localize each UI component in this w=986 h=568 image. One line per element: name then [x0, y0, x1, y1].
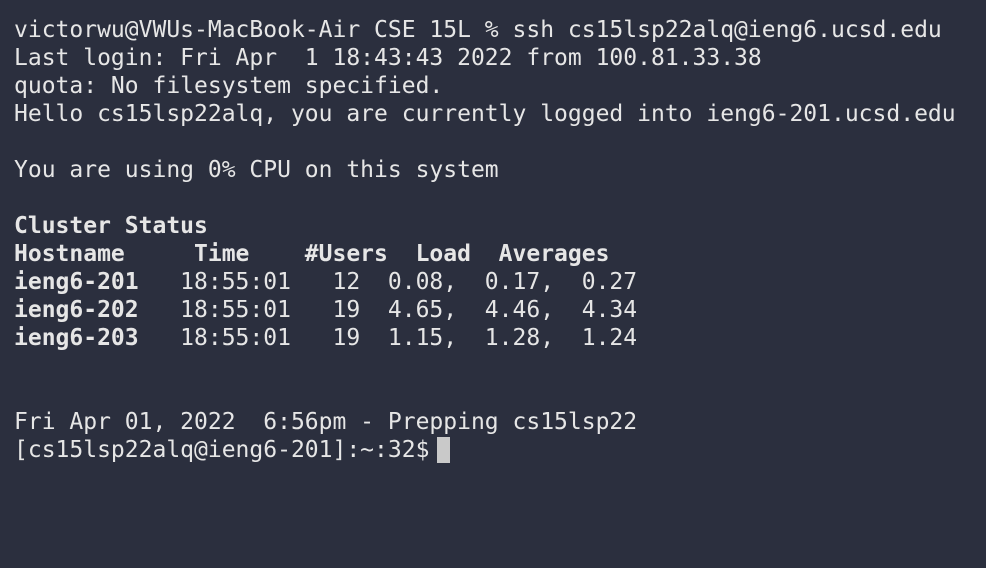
shell-prompt: [cs15lsp22alq@ieng6-201]:~:32$: [14, 437, 430, 463]
date-status-line: Fri Apr 01, 2022 6:56pm - Prepping cs15l…: [14, 409, 638, 435]
cluster-row-values: 18:55:01 12 0.08, 0.17, 0.27: [138, 269, 638, 295]
cluster-status-title: Cluster Status: [14, 213, 208, 239]
prompt-line[interactable]: [cs15lsp22alq@ieng6-201]:~:32$: [14, 436, 986, 464]
cluster-row-values: 18:55:01 19 1.15, 1.28, 1.24: [138, 325, 638, 351]
cluster-row: ieng6-203 18:55:01 19 1.15, 1.28, 1.24: [14, 324, 986, 352]
cluster-row: ieng6-202 18:55:01 19 4.65, 4.46, 4.34: [14, 296, 986, 324]
cluster-row: ieng6-201 18:55:01 12 0.08, 0.17, 0.27: [14, 268, 986, 296]
cluster-table-header: Hostname Time #Users Load Averages: [14, 241, 610, 267]
ssh-command-line: victorwu@VWUs-MacBook-Air CSE 15L % ssh …: [14, 17, 942, 43]
quota-line: quota: No filesystem specified.: [14, 73, 444, 99]
cpu-usage-line: You are using 0% CPU on this system: [14, 157, 499, 183]
hello-line: Hello cs15lsp22alq, you are currently lo…: [14, 101, 956, 127]
text-cursor[interactable]: [437, 437, 451, 463]
cluster-row-hostname: ieng6-203: [14, 325, 139, 351]
cluster-row-values: 18:55:01 19 4.65, 4.46, 4.34: [138, 297, 638, 323]
cluster-row-hostname: ieng6-202: [14, 297, 139, 323]
cluster-row-hostname: ieng6-201: [14, 269, 139, 295]
terminal-window[interactable]: victorwu@VWUs-MacBook-Air CSE 15L % ssh …: [0, 0, 986, 568]
last-login-line: Last login: Fri Apr 1 18:43:43 2022 from…: [14, 45, 762, 71]
